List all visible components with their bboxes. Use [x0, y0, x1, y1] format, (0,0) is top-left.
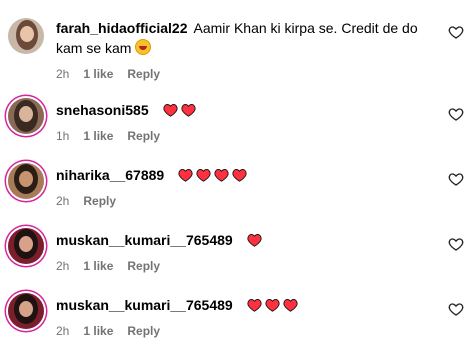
comment-time: 2h [56, 67, 70, 81]
comment-like-count[interactable]: 1 like [83, 323, 113, 339]
comment-like-count[interactable]: 1 like [83, 258, 113, 274]
red-heart-icon [283, 298, 298, 312]
red-heart-icon [180, 103, 196, 117]
avatar[interactable] [8, 293, 44, 329]
comment-hearts [247, 233, 262, 247]
comment-username[interactable]: niharika__67889 [56, 167, 164, 183]
comment-hearts [162, 103, 196, 117]
red-heart-icon [265, 298, 280, 312]
comment-hearts [178, 168, 247, 182]
avatar[interactable] [8, 18, 44, 54]
red-heart-icon [178, 168, 193, 182]
red-heart-icon [196, 168, 211, 182]
comment-hearts [247, 298, 298, 312]
reply-button[interactable]: Reply [127, 66, 160, 82]
red-heart-icon [214, 168, 229, 182]
heart-outline-icon[interactable] [448, 301, 464, 317]
red-heart-icon [247, 298, 262, 312]
comment-username[interactable]: farah_hidaofficial22 [56, 20, 188, 36]
comment-username[interactable]: muskan__kumari__765489 [56, 232, 233, 248]
comment-time: 1h [56, 129, 70, 143]
comment-time: 2h [56, 259, 70, 273]
reply-button[interactable]: Reply [127, 128, 160, 144]
reply-button[interactable]: Reply [83, 193, 116, 209]
avatar[interactable] [8, 163, 44, 199]
comment-like-count[interactable]: 1 like [83, 128, 113, 144]
reply-button[interactable]: Reply [127, 258, 160, 274]
red-heart-icon [247, 233, 262, 247]
avatar[interactable] [8, 98, 44, 134]
comment-username[interactable]: muskan__kumari__765489 [56, 297, 233, 313]
red-heart-icon [162, 103, 178, 117]
comment-username[interactable]: snehasoni585 [56, 102, 149, 118]
comment-time: 2h [56, 324, 70, 338]
heart-outline-icon[interactable] [448, 106, 464, 122]
comment-like-count[interactable]: 1 like [83, 66, 113, 82]
heart-outline-icon[interactable] [448, 24, 464, 40]
reply-button[interactable]: Reply [127, 323, 160, 339]
heart-outline-icon[interactable] [448, 171, 464, 187]
red-heart-icon [232, 168, 247, 182]
comment-time: 2h [56, 194, 70, 208]
avatar[interactable] [8, 228, 44, 264]
laughing-face-icon [135, 39, 152, 55]
heart-outline-icon[interactable] [448, 236, 464, 252]
